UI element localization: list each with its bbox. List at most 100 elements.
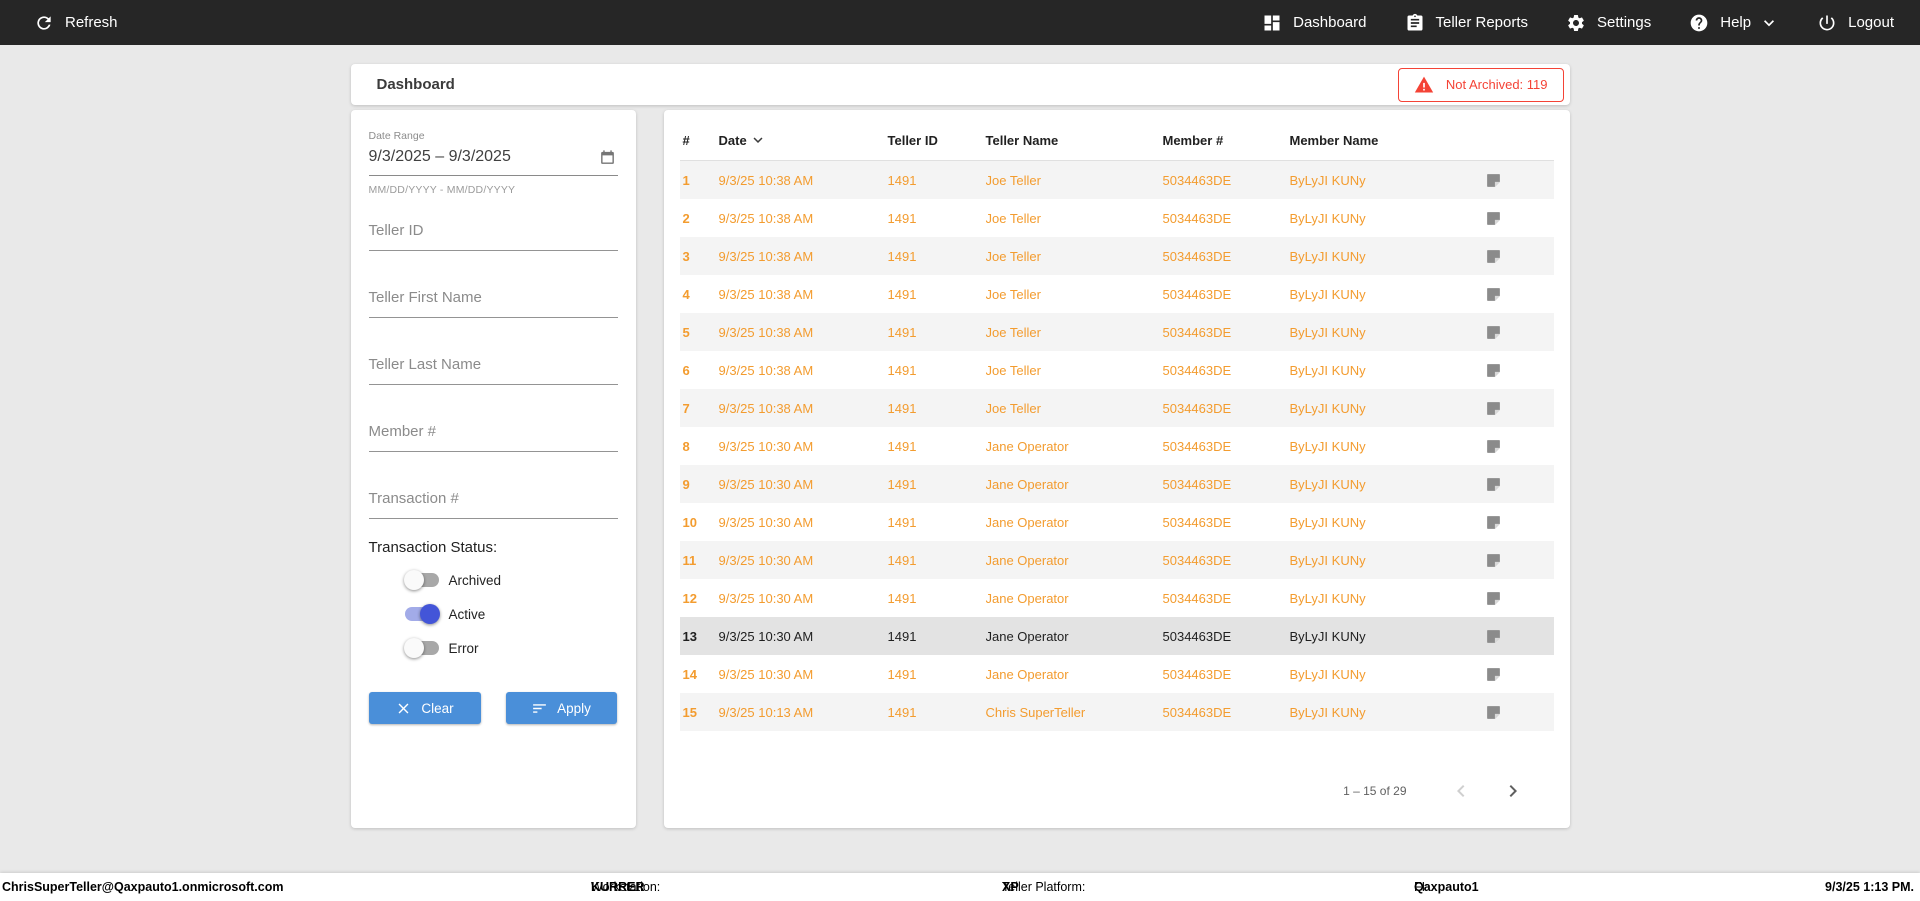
row-teller-name: Jane Operator (985, 666, 1069, 682)
page-header: Dashboard Not Archived: 119 (350, 64, 1570, 105)
table-row[interactable]: 1 9/3/25 10:38 AM 1491 Joe Teller 503446… (679, 161, 1554, 199)
note-icon[interactable] (1485, 210, 1502, 227)
column-header-date[interactable]: Date (719, 131, 888, 149)
nav-logout-label: Logout (1848, 14, 1894, 31)
row-member-name: ByLyJI KUNy (1289, 438, 1366, 454)
clear-button[interactable]: Clear (368, 692, 481, 724)
note-icon[interactable] (1485, 324, 1502, 341)
pagination: 1 – 15 of 29 (664, 776, 1570, 806)
column-header-member-number[interactable]: Member # (1163, 133, 1290, 148)
toggle-row-error: Error (403, 638, 618, 658)
row-member-name: ByLyJI KUNy (1289, 400, 1366, 416)
member-number-input[interactable]: Member # (368, 423, 618, 452)
note-icon[interactable] (1485, 438, 1502, 455)
row-number: 1 (682, 172, 690, 188)
not-archived-badge[interactable]: Not Archived: 119 (1397, 67, 1564, 102)
row-number: 14 (682, 666, 697, 682)
not-archived-label: Not Archived: 119 (1445, 77, 1548, 92)
nav-settings-label: Settings (1597, 14, 1652, 31)
note-icon[interactable] (1485, 172, 1502, 189)
date-range-value: 9/3/2025 – 9/3/2025 (368, 148, 511, 165)
column-header-member-name[interactable]: Member Name (1290, 133, 1471, 148)
table-row[interactable]: 8 9/3/25 10:30 AM 1491 Jane Operator 503… (680, 427, 1554, 465)
row-member-name: ByLyJI KUNy (1289, 628, 1366, 644)
note-icon[interactable] (1485, 704, 1502, 721)
next-page-button[interactable] (1501, 779, 1525, 803)
note-icon[interactable] (1485, 400, 1502, 417)
teller-last-name-input[interactable]: Teller Last Name (368, 356, 618, 385)
column-header-number[interactable]: # (680, 133, 719, 148)
table-row[interactable]: 2 9/3/25 10:38 AM 1491 Joe Teller 503446… (680, 199, 1554, 237)
row-number: 4 (682, 286, 690, 302)
calendar-icon[interactable] (599, 149, 616, 166)
nav-logout[interactable]: Logout (1817, 13, 1894, 33)
note-icon[interactable] (1485, 514, 1502, 531)
table-row[interactable]: 12 9/3/25 10:30 AM 1491 Jane Operator 50… (680, 579, 1554, 617)
row-member-name: ByLyJI KUNy (1289, 286, 1366, 302)
row-date: 9/3/25 10:13 AM (718, 704, 814, 720)
active-toggle[interactable] (404, 604, 440, 624)
nav-teller-reports[interactable]: Teller Reports (1405, 13, 1528, 33)
table-row[interactable]: 5 9/3/25 10:38 AM 1491 Joe Teller 503446… (679, 313, 1554, 351)
apply-button[interactable]: Apply (505, 692, 617, 724)
table-row[interactable]: 13 9/3/25 10:30 AM 1491 Jane Operator 50… (679, 617, 1554, 655)
note-icon[interactable] (1485, 552, 1502, 569)
table-row[interactable]: 15 9/3/25 10:13 AM 1491 Chris SuperTelle… (679, 693, 1554, 731)
table-row[interactable]: 10 9/3/25 10:30 AM 1491 Jane Operator 50… (680, 503, 1554, 541)
archived-toggle[interactable] (403, 570, 440, 590)
date-range-input[interactable]: 9/3/2025 – 9/3/2025 (368, 142, 618, 176)
row-note-cell (1471, 172, 1554, 189)
note-icon[interactable] (1485, 628, 1502, 645)
row-number: 2 (682, 210, 690, 226)
row-teller-name: Jane Operator (985, 590, 1069, 606)
row-number: 13 (682, 628, 697, 644)
row-teller-name: Joe Teller (985, 400, 1041, 416)
table-row[interactable]: 14 9/3/25 10:30 AM 1491 Jane Operator 50… (680, 655, 1554, 693)
clear-x-icon (395, 700, 412, 717)
row-member-number: 5034463DE (1162, 476, 1232, 492)
teller-first-name-input[interactable]: Teller First Name (368, 289, 618, 318)
transaction-number-input[interactable]: Transaction # (368, 490, 618, 519)
row-member-number: 5034463DE (1162, 210, 1232, 226)
row-date: 9/3/25 10:30 AM (718, 476, 814, 492)
logged-in-user: ChrisSuperTeller@Qaxpauto1.onmicrosoft.c… (2, 880, 284, 894)
table-row[interactable]: 6 9/3/25 10:38 AM 1491 Joe Teller 503446… (680, 351, 1554, 389)
refresh-label: Refresh (65, 14, 118, 31)
platform-value: XP (1002, 880, 1019, 894)
note-icon[interactable] (1485, 248, 1502, 265)
nav-help[interactable]: Help (1689, 13, 1779, 33)
table-row[interactable]: 7 9/3/25 10:38 AM 1491 Joe Teller 503446… (679, 389, 1554, 427)
row-teller-name: Jane Operator (985, 628, 1069, 644)
fi-value: Qaxpauto1 (1414, 880, 1479, 894)
note-icon[interactable] (1485, 666, 1502, 683)
table-row[interactable]: 4 9/3/25 10:38 AM 1491 Joe Teller 503446… (680, 275, 1554, 313)
nav-dashboard[interactable]: Dashboard (1262, 13, 1367, 33)
previous-page-button[interactable] (1449, 779, 1473, 803)
row-number: 3 (682, 248, 690, 264)
note-icon[interactable] (1485, 286, 1502, 303)
dashboard-icon (1262, 13, 1282, 33)
error-toggle[interactable] (403, 638, 440, 658)
table-row[interactable]: 11 9/3/25 10:30 AM 1491 Jane Operator 50… (679, 541, 1554, 579)
refresh-button[interactable]: Refresh (34, 13, 118, 33)
note-icon[interactable] (1485, 476, 1502, 493)
column-header-teller-name[interactable]: Teller Name (986, 133, 1163, 148)
row-number: 11 (682, 552, 697, 568)
column-header-teller-id[interactable]: Teller ID (888, 133, 986, 148)
status-bar: ChrisSuperTeller@Qaxpauto1.onmicrosoft.c… (0, 873, 1920, 901)
table-row[interactable]: 3 9/3/25 10:38 AM 1491 Joe Teller 503446… (679, 237, 1554, 275)
row-member-name: ByLyJI KUNy (1289, 362, 1366, 378)
row-member-number: 5034463DE (1162, 286, 1232, 302)
row-number: 6 (682, 362, 690, 378)
note-icon[interactable] (1485, 590, 1502, 607)
teller-id-input[interactable]: Teller ID (368, 222, 618, 251)
row-teller-name: Joe Teller (985, 172, 1041, 188)
row-member-name: ByLyJI KUNy (1289, 666, 1366, 682)
transactions-table: # Date Teller ID Teller Name Member # Me… (679, 120, 1554, 731)
table-row[interactable]: 9 9/3/25 10:30 AM 1491 Jane Operator 503… (679, 465, 1554, 503)
settings-icon (1566, 13, 1586, 33)
note-icon[interactable] (1485, 362, 1502, 379)
nav-settings[interactable]: Settings (1566, 13, 1651, 33)
row-member-number: 5034463DE (1162, 438, 1232, 454)
table-body: 1 9/3/25 10:38 AM 1491 Joe Teller 503446… (679, 161, 1554, 731)
